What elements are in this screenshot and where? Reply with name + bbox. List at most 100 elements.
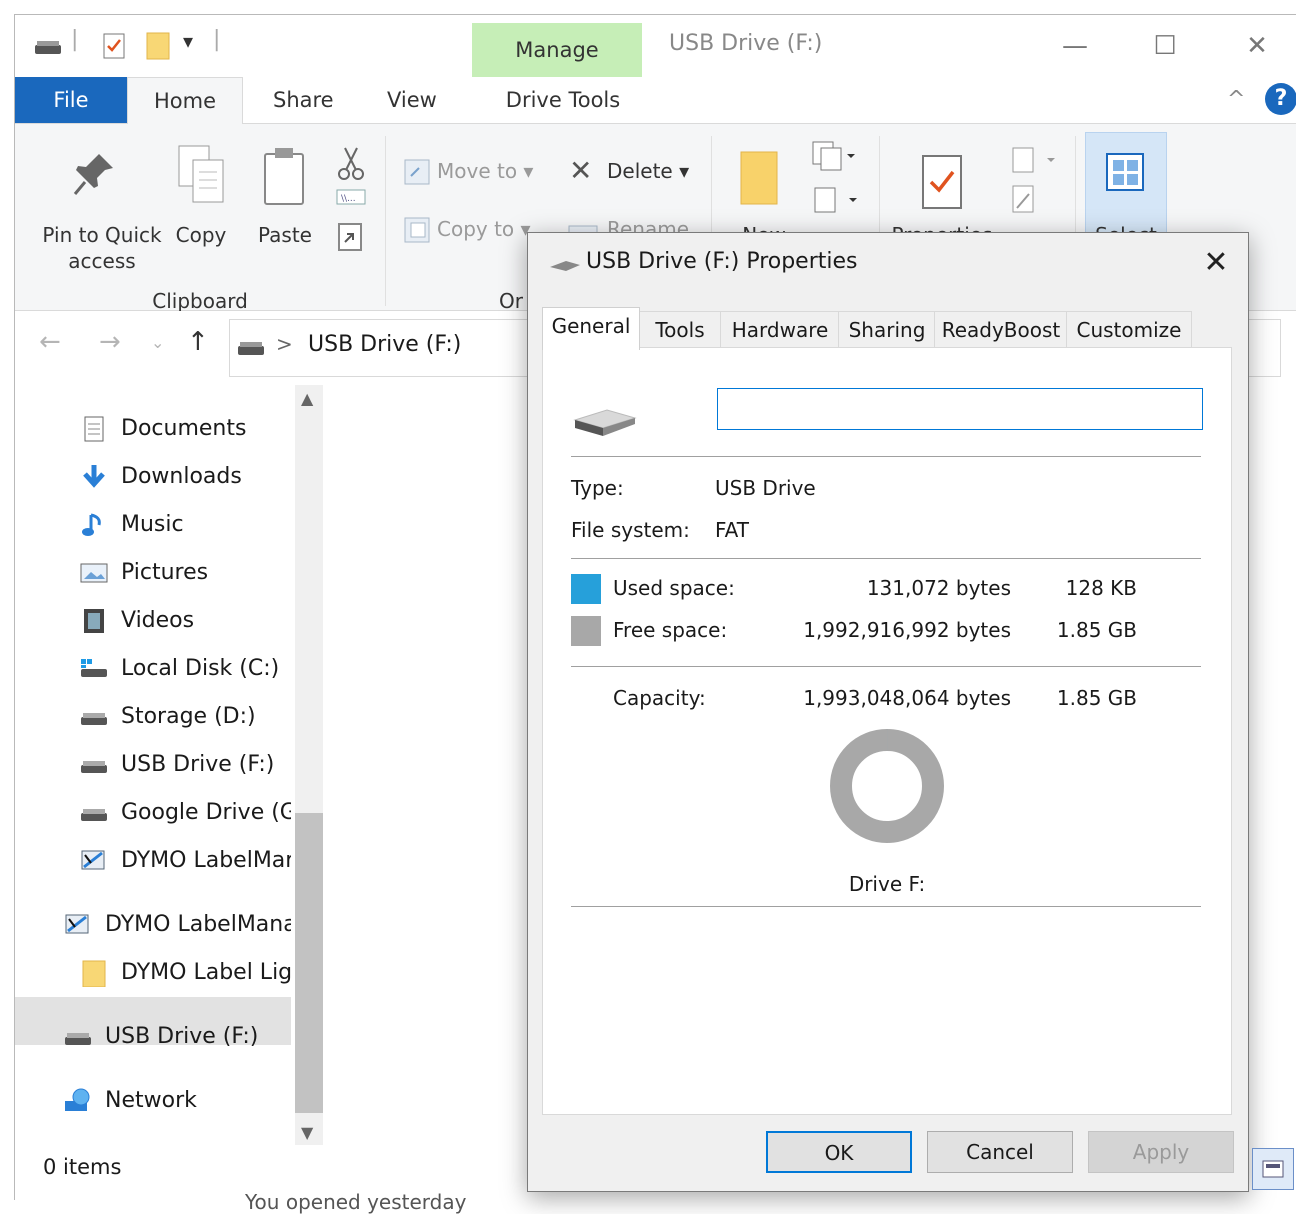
open-icon[interactable] — [1009, 144, 1059, 176]
videos-icon — [84, 609, 104, 633]
tab-home[interactable]: Home — [127, 77, 243, 124]
tab-view[interactable]: View — [387, 77, 437, 123]
dialog-close-button[interactable]: ✕ — [1192, 241, 1240, 285]
copy-to-button[interactable]: Copy to ▾ — [437, 216, 531, 242]
easy-access-icon[interactable] — [811, 182, 861, 216]
nav-item[interactable]: USB Drive (F:) — [79, 745, 291, 785]
nav-item-label: DYMO LabelMana — [105, 912, 291, 937]
capacity-label: Capacity: — [613, 686, 706, 710]
divider — [571, 558, 1201, 559]
move-to-label: Move to — [437, 159, 518, 183]
tab-tools[interactable]: Tools — [638, 311, 722, 348]
forward-arrow-icon[interactable]: → — [99, 327, 121, 357]
back-arrow-icon[interactable]: ← — [39, 327, 61, 357]
dialog-title: USB Drive (F:) Properties — [586, 249, 858, 274]
nav-item-label: DYMO LabelMar — [121, 848, 291, 873]
free-space-label: Free space: — [613, 618, 728, 642]
file-system-label: File system: — [571, 518, 690, 542]
tab-file[interactable]: File — [15, 77, 127, 123]
new-folder-qat-icon[interactable] — [145, 29, 171, 61]
volume-name-input[interactable] — [717, 388, 1203, 430]
tab-hardware[interactable]: Hardware — [720, 311, 840, 348]
properties-qat-icon[interactable] — [101, 31, 127, 61]
scrollbar[interactable]: ▲ ▼ — [295, 385, 323, 1145]
divider — [571, 906, 1201, 907]
copy-path-icon[interactable]: \\... — [335, 186, 367, 208]
drive-icon — [81, 809, 107, 821]
svg-text:\\...: \\... — [341, 194, 356, 204]
nav-item[interactable]: DYMO Label Lig — [79, 953, 291, 993]
close-button[interactable]: ✕ — [1237, 29, 1277, 63]
scroll-up-icon[interactable]: ▲ — [301, 389, 313, 408]
nav-item[interactable]: Music — [79, 505, 291, 545]
delete-icon: ✕ — [569, 154, 593, 187]
nav-item[interactable]: DYMO LabelMar — [79, 841, 291, 881]
tab-manage[interactable]: Manage — [472, 23, 642, 77]
nav-item-label: Documents — [121, 416, 247, 441]
nav-item[interactable]: Google Drive (G: — [79, 793, 291, 833]
large-icons-view-button[interactable] — [1252, 1148, 1294, 1190]
nav-item[interactable]: Local Disk (C:) — [79, 649, 291, 689]
pin-label-line-2: access — [68, 249, 136, 273]
tab-drive-tools[interactable]: Drive Tools — [484, 77, 642, 123]
drive-icon — [65, 1033, 91, 1045]
nav-item[interactable]: Network — [63, 1081, 291, 1121]
drive-caption: Drive F: — [848, 872, 926, 896]
pin-to-quick-access-button[interactable]: Pin to Quick access — [27, 222, 177, 274]
drive-icon[interactable] — [33, 37, 63, 57]
free-space-bytes: 1,992,916,992 bytes — [803, 618, 1011, 642]
divider — [571, 456, 1201, 457]
move-to-button[interactable]: Move to ▾ — [437, 158, 533, 184]
free-space-swatch — [571, 616, 601, 646]
apply-button[interactable]: Apply — [1088, 1131, 1234, 1173]
tab-share[interactable]: Share — [273, 77, 334, 123]
nav-item[interactable]: DYMO LabelMana — [63, 905, 291, 945]
downloads-icon — [83, 465, 105, 488]
delete-button[interactable]: Delete ▾ — [607, 158, 689, 184]
general-tab-page: Type: USB Drive File system: FAT Used sp… — [542, 347, 1232, 1115]
new-item-icon[interactable] — [809, 140, 859, 172]
qat-dropdown-icon[interactable]: ▾ — [183, 29, 193, 53]
nav-item[interactable]: Pictures — [79, 553, 291, 593]
collapse-ribbon-icon[interactable]: ^ — [1227, 87, 1245, 112]
tab-customize[interactable]: Customize — [1066, 311, 1192, 348]
capacity-short: 1.85 GB — [1056, 686, 1137, 710]
nav-item-label: Local Disk (C:) — [121, 656, 280, 681]
nav-item-label: DYMO Label Lig — [121, 960, 291, 985]
maximize-button[interactable]: ☐ — [1145, 29, 1185, 63]
nav-item[interactable]: Videos — [79, 601, 291, 641]
nav-item-label: Network — [105, 1088, 197, 1113]
nav-item[interactable]: Documents — [79, 409, 291, 449]
breadcrumb[interactable]: USB Drive (F:) — [308, 332, 461, 357]
select-icon — [1106, 153, 1144, 191]
properties-dialog: USB Drive (F:) Properties ✕ General Tools… — [527, 232, 1249, 1192]
nav-item[interactable]: Storage (D:) — [79, 697, 291, 737]
paste-button[interactable]: Paste — [253, 222, 317, 248]
scroll-down-icon[interactable]: ▼ — [301, 1123, 313, 1142]
cancel-button[interactable]: Cancel — [927, 1131, 1073, 1173]
cut-icon[interactable] — [337, 144, 365, 182]
drive-icon — [81, 713, 107, 725]
usage-donut-chart — [830, 729, 944, 843]
ok-button[interactable]: OK — [766, 1131, 912, 1173]
local-disk-icon — [81, 659, 107, 677]
music-icon — [82, 513, 101, 536]
nav-item[interactable]: Downloads — [79, 457, 291, 497]
pin-label-line-1: Pin to Quick — [42, 223, 162, 247]
help-icon[interactable]: ? — [1265, 83, 1296, 115]
nav-item[interactable]: USB Drive (F:) — [63, 1017, 291, 1057]
tab-sharing[interactable]: Sharing — [838, 311, 936, 348]
recent-locations-icon[interactable]: ⌄ — [151, 333, 164, 352]
type-label: Type: — [571, 476, 624, 500]
tab-readyboost[interactable]: ReadyBoost — [934, 311, 1068, 348]
network-icon — [65, 1088, 90, 1111]
dymo-icon — [65, 914, 89, 934]
minimize-button[interactable]: — — [1055, 29, 1095, 63]
edit-icon[interactable] — [1009, 182, 1039, 216]
scrollbar-thumb[interactable] — [295, 813, 323, 1113]
paste-shortcut-icon[interactable] — [337, 220, 363, 252]
title-bar: | ▾ | Manage USB Drive (F:) — ☐ ✕ — [15, 15, 1296, 77]
tab-general[interactable]: General — [542, 307, 640, 350]
copy-button[interactable]: Copy — [171, 222, 231, 248]
up-arrow-icon[interactable]: ↑ — [187, 327, 209, 357]
